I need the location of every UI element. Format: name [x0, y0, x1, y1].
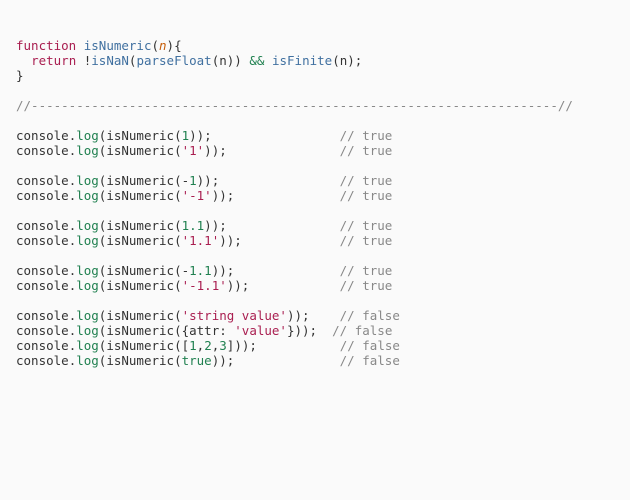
code-block: function isNumeric(n){ return !isNaN(par…: [16, 38, 614, 368]
